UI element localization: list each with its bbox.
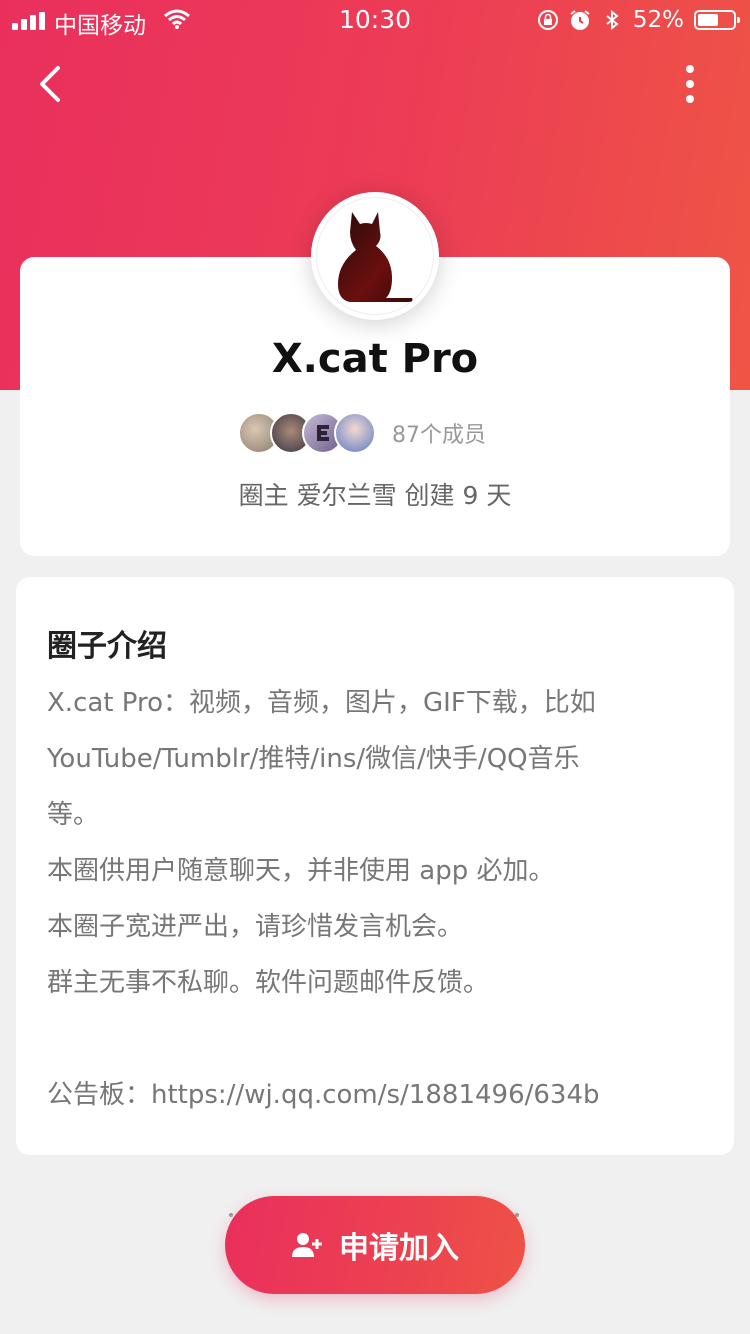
letter-e-icon [317,425,329,441]
join-button-label: 申请加入 [339,1231,459,1266]
intro-line: 本圈子宽进严出，请珍惜发言机会。 [47,912,464,942]
intro-line: 本圈供用户随意聊天，并非使用 app 必加。 [47,856,555,886]
intro-line: 群主无事不私聊。软件问题邮件反馈。 [47,968,490,998]
more-button[interactable] [670,60,710,108]
intro-line: YouTube/Tumblr/推特/ins/微信/快手/QQ音乐 [47,744,580,774]
announcement-link[interactable]: 公告板：https://wj.qq.com/s/1881496/634b [47,1067,707,1123]
page-dot [229,1213,233,1217]
member-count: 87个成员 [392,423,486,448]
intro-body: X.cat Pro：视频，音频，图片，GIF下载，比如 YouTube/Tumb… [47,675,707,1123]
owner-info: 圈主 爱尔兰雪 创建 9 天 [238,481,512,510]
cat-logo-icon [338,212,413,302]
rotation-lock-icon [537,10,558,30]
battery-icon [694,10,740,30]
intro-line: X.cat Pro：视频，音频，图片，GIF下载，比如 [47,688,596,718]
intro-line [47,1011,707,1067]
intro-title: 圈子介绍 [47,629,167,664]
member-avatar [334,412,376,454]
more-vertical-icon [686,65,694,103]
add-user-icon [292,1233,322,1257]
status-bar: 中国移动 10:30 52% [0,0,750,40]
back-button[interactable] [30,60,70,108]
intro-line: 等。 [47,800,100,830]
circle-avatar[interactable] [311,192,439,320]
alarm-icon [570,10,590,30]
bluetooth-icon [606,9,619,31]
circle-name: X.cat Pro [271,336,479,382]
member-summary[interactable]: 87个成员 [238,410,486,456]
join-button[interactable]: 申请加入 [225,1196,525,1294]
chevron-left-icon [40,66,60,102]
battery-percent: 52% [632,7,684,33]
intro-card: 圈子介绍 X.cat Pro：视频，音频，图片，GIF下载，比如 YouTube… [16,577,734,1155]
